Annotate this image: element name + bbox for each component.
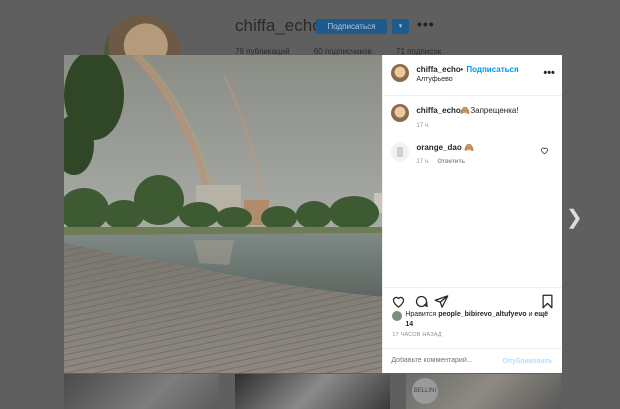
bookmark-icon[interactable]	[540, 294, 555, 309]
profile-dropdown-button[interactable]: ▾	[392, 19, 409, 34]
liker-avatar[interactable]	[392, 311, 403, 321]
post-actions: Нравится people_bibirevo_altufyevo и ещё…	[383, 287, 563, 375]
share-icon[interactable]	[434, 294, 449, 309]
likes-summary: Нравится people_bibirevo_altufyevo и ещё…	[405, 310, 557, 330]
rainbow-park-photo	[64, 55, 383, 373]
profile-username: chiffa_echo	[235, 16, 322, 35]
comment-text: 🙈	[464, 143, 475, 152]
comment-icon[interactable]	[414, 294, 429, 309]
caption-username[interactable]: chiffa_echo	[416, 106, 460, 115]
grid-thumbnail[interactable]	[64, 374, 219, 409]
bottle-icon	[397, 147, 404, 157]
post-photo[interactable]	[64, 55, 383, 373]
comment-input[interactable]	[391, 357, 497, 364]
publish-button[interactable]: Опубликовать	[502, 358, 552, 365]
comment-avatar[interactable]	[391, 143, 410, 161]
grid-thumbnail[interactable]: BELLINI	[406, 374, 561, 409]
chevron-right-icon[interactable]: ❯	[566, 205, 583, 230]
author-username[interactable]: chiffa_echo	[416, 65, 460, 74]
grid-thumbnail[interactable]	[235, 374, 390, 409]
comment-username[interactable]: orange_dao	[416, 143, 461, 152]
thumbnail-text: BELLINI	[412, 378, 438, 404]
caption-time: 17 ч.	[416, 123, 430, 129]
profile-follow-button[interactable]: Подписаться	[316, 19, 387, 34]
heart-icon[interactable]	[391, 294, 406, 309]
header-follow-button[interactable]: Подписаться	[466, 65, 518, 74]
profile-more-icon[interactable]: •••	[417, 16, 435, 32]
post-location[interactable]: Алтуфьево	[416, 76, 452, 83]
more-icon[interactable]: •••	[543, 67, 555, 79]
header-separator: •	[460, 65, 464, 74]
comment-time: 17 ч.	[416, 159, 430, 165]
author-avatar[interactable]	[391, 64, 410, 82]
posted-time[interactable]: 17 ЧАСОВ НАЗАД	[392, 332, 441, 338]
post-side-panel: chiffa_echo • Подписаться Алтуфьево ••• …	[382, 55, 563, 375]
post-header: chiffa_echo • Подписаться Алтуфьево •••	[383, 55, 563, 96]
comment-heart-icon[interactable]	[540, 146, 549, 155]
post-modal: chiffa_echo • Подписаться Алтуфьево ••• …	[64, 55, 563, 375]
liker-username[interactable]: people_bibirevo_altufyevo	[438, 311, 526, 318]
caption-text: 🙈Запрещенка!	[460, 106, 519, 115]
add-comment-bar: Опубликовать	[383, 348, 563, 375]
likes-prefix: Нравится	[405, 311, 439, 318]
caption-avatar[interactable]	[391, 104, 410, 122]
reply-button[interactable]: Ответить	[437, 159, 465, 165]
